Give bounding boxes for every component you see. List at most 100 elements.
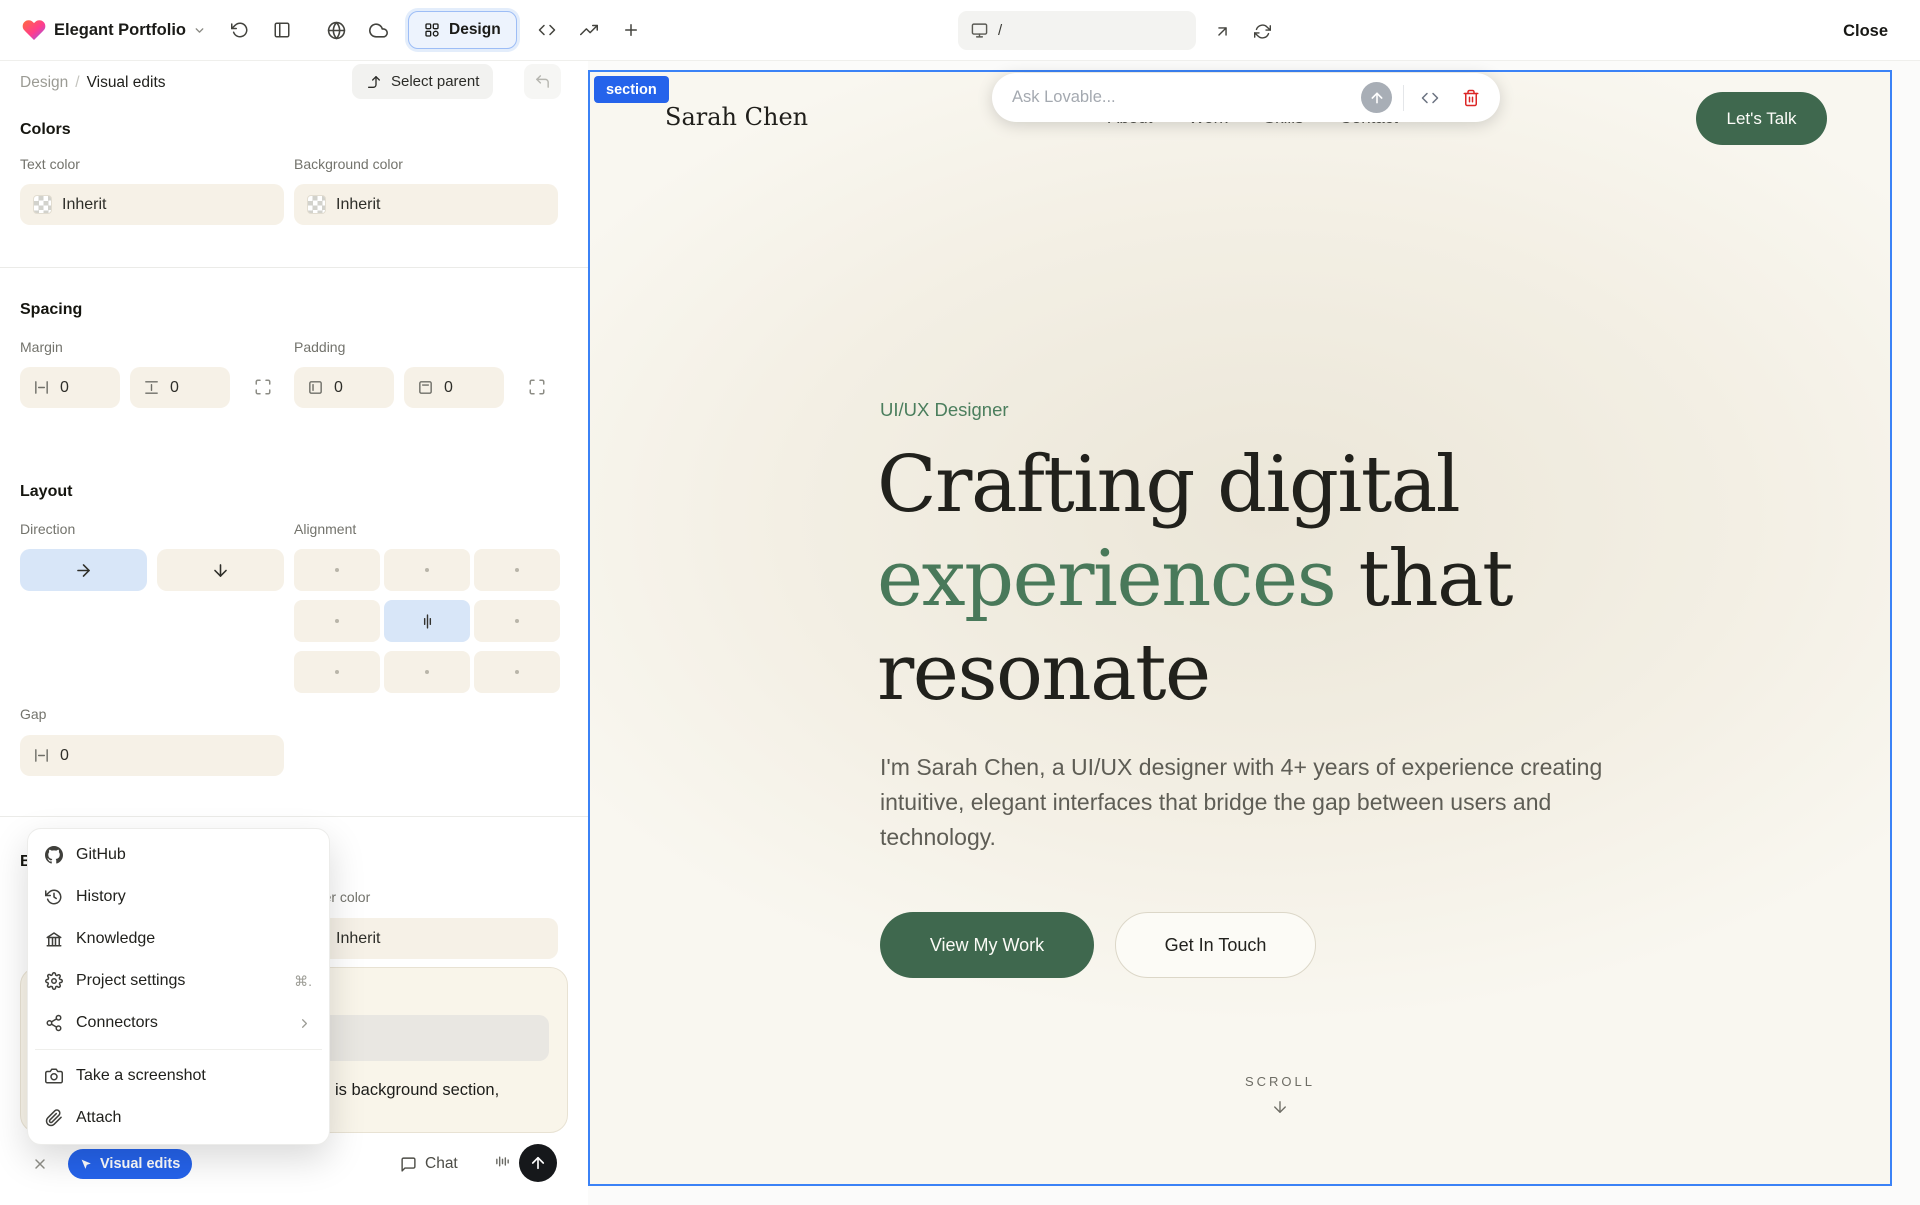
undo-icon xyxy=(534,73,551,90)
project-switcher[interactable]: Elegant Portfolio xyxy=(54,21,206,40)
gap-icon xyxy=(33,747,50,764)
corners-icon xyxy=(528,378,546,396)
paperclip-icon xyxy=(45,1109,63,1127)
padding-horizontal-input[interactable]: 0 xyxy=(294,367,394,408)
margin-link-sides-button[interactable] xyxy=(250,374,276,400)
menu-item-take-screenshot[interactable]: Take a screenshot xyxy=(33,1055,324,1097)
preview-canvas: Sarah Chen About Work Skills Contact Let… xyxy=(588,70,1892,1186)
design-label: Design xyxy=(449,21,501,39)
menu-item-connectors[interactable]: Connectors xyxy=(33,1002,324,1044)
camera-icon xyxy=(45,1067,63,1085)
hero-heading-accent: experiences xyxy=(877,534,1335,624)
text-color-input[interactable]: Inherit xyxy=(20,184,284,225)
transparency-swatch-icon xyxy=(307,195,326,214)
open-preview-button[interactable] xyxy=(1204,13,1240,49)
direction-label: Direction xyxy=(20,521,75,537)
ask-lovable-input[interactable] xyxy=(1012,88,1350,107)
alignment-cell-top-left[interactable] xyxy=(294,549,380,591)
panel-layout-button[interactable] xyxy=(264,12,300,48)
view-my-work-button[interactable]: View My Work xyxy=(880,912,1094,978)
padding-vertical-input[interactable]: 0 xyxy=(404,367,504,408)
get-in-touch-button[interactable]: Get In Touch xyxy=(1115,912,1316,978)
lets-talk-button[interactable]: Let's Talk xyxy=(1696,92,1827,145)
alignment-cell-bottom-left[interactable] xyxy=(294,651,380,693)
site-logo[interactable]: Sarah Chen xyxy=(665,103,808,131)
direction-column-button[interactable] xyxy=(157,549,284,591)
history-button[interactable] xyxy=(222,12,258,48)
arrow-right-icon xyxy=(74,561,93,580)
align-center-icon xyxy=(419,613,436,630)
add-button[interactable] xyxy=(613,12,649,48)
margin-vertical-icon xyxy=(143,379,160,396)
padding-horizontal-icon xyxy=(307,379,324,396)
delete-element-button[interactable] xyxy=(1456,83,1486,113)
url-bar[interactable]: / xyxy=(958,11,1196,50)
ask-lovable-bar xyxy=(992,73,1500,122)
code-view-button[interactable] xyxy=(529,12,565,48)
hero-heading: Crafting digital experiences that resona… xyxy=(877,438,1512,720)
alignment-cell-bottom-center[interactable] xyxy=(384,651,470,693)
chat-mode-button[interactable]: Chat xyxy=(400,1149,458,1179)
context-menu: GitHub History Knowledge Project setting… xyxy=(27,828,330,1145)
padding-link-sides-button[interactable] xyxy=(524,374,550,400)
alignment-cell-bottom-right[interactable] xyxy=(474,651,560,693)
ask-submit-button[interactable] xyxy=(1361,82,1392,113)
menu-item-history[interactable]: History xyxy=(33,876,324,918)
margin-horizontal-input[interactable]: 0 xyxy=(20,367,120,408)
alignment-cell-top-center[interactable] xyxy=(384,549,470,591)
send-message-button[interactable] xyxy=(519,1144,557,1182)
alignment-cell-middle-center[interactable] xyxy=(384,600,470,642)
chevron-down-icon xyxy=(193,24,206,37)
hero-eyebrow: UI/UX Designer xyxy=(880,399,1009,421)
edit-code-button[interactable] xyxy=(1415,83,1445,113)
scroll-indicator: SCROLL xyxy=(1245,1074,1315,1116)
github-icon xyxy=(45,846,63,864)
cloud-icon xyxy=(369,21,388,40)
close-button[interactable]: Close xyxy=(1833,14,1898,48)
connectors-icon xyxy=(45,1014,63,1032)
globe-button[interactable] xyxy=(318,12,354,48)
undo-button[interactable] xyxy=(524,64,561,99)
scroll-down-arrow-icon xyxy=(1271,1098,1289,1116)
direction-row-button[interactable] xyxy=(20,549,147,591)
menu-item-attach[interactable]: Attach xyxy=(33,1097,324,1139)
analytics-button[interactable] xyxy=(571,12,607,48)
divider xyxy=(0,816,588,817)
plus-icon xyxy=(622,21,640,39)
hero-description: I'm Sarah Chen, a UI/UX designer with 4+… xyxy=(880,750,1612,855)
alignment-cell-middle-right[interactable] xyxy=(474,600,560,642)
alignment-label: Alignment xyxy=(294,521,356,537)
code-icon xyxy=(1421,89,1439,107)
visual-edits-toggle[interactable]: Visual edits xyxy=(68,1149,192,1179)
margin-horizontal-icon xyxy=(33,379,50,396)
menu-item-project-settings[interactable]: Project settings ⌘. xyxy=(33,960,324,1002)
margin-vertical-input[interactable]: 0 xyxy=(130,367,230,408)
arrow-up-icon xyxy=(529,1154,547,1172)
lovable-logo[interactable] xyxy=(20,16,48,44)
history-icon xyxy=(231,21,249,39)
divider xyxy=(0,267,588,268)
chat-bubble-icon xyxy=(400,1156,417,1173)
design-mode-button[interactable]: Design xyxy=(408,11,517,49)
chat-draft-text: is background section, xyxy=(335,1081,499,1100)
breadcrumb-current: Visual edits xyxy=(87,74,166,91)
select-parent-button[interactable]: Select parent xyxy=(352,64,493,99)
refresh-button[interactable] xyxy=(1244,13,1280,49)
selected-element-tag: section xyxy=(594,76,669,103)
alignment-cell-middle-left[interactable] xyxy=(294,600,380,642)
background-color-input[interactable]: Inherit xyxy=(294,184,558,225)
voice-input-icon[interactable] xyxy=(494,1153,511,1170)
breadcrumb: Design/Visual edits xyxy=(20,74,166,92)
exit-visual-edits-button[interactable] xyxy=(27,1151,53,1177)
breadcrumb-root[interactable]: Design xyxy=(20,74,68,91)
background-color-label: Background color xyxy=(294,156,403,172)
history-icon xyxy=(45,888,63,906)
border-color-input[interactable]: Inherit xyxy=(294,918,558,959)
globe-icon xyxy=(327,21,346,40)
gap-input[interactable]: 0 xyxy=(20,735,284,776)
menu-item-github[interactable]: GitHub xyxy=(33,834,324,876)
close-icon xyxy=(32,1156,48,1172)
menu-item-knowledge[interactable]: Knowledge xyxy=(33,918,324,960)
cloud-button[interactable] xyxy=(360,12,396,48)
alignment-cell-top-right[interactable] xyxy=(474,549,560,591)
